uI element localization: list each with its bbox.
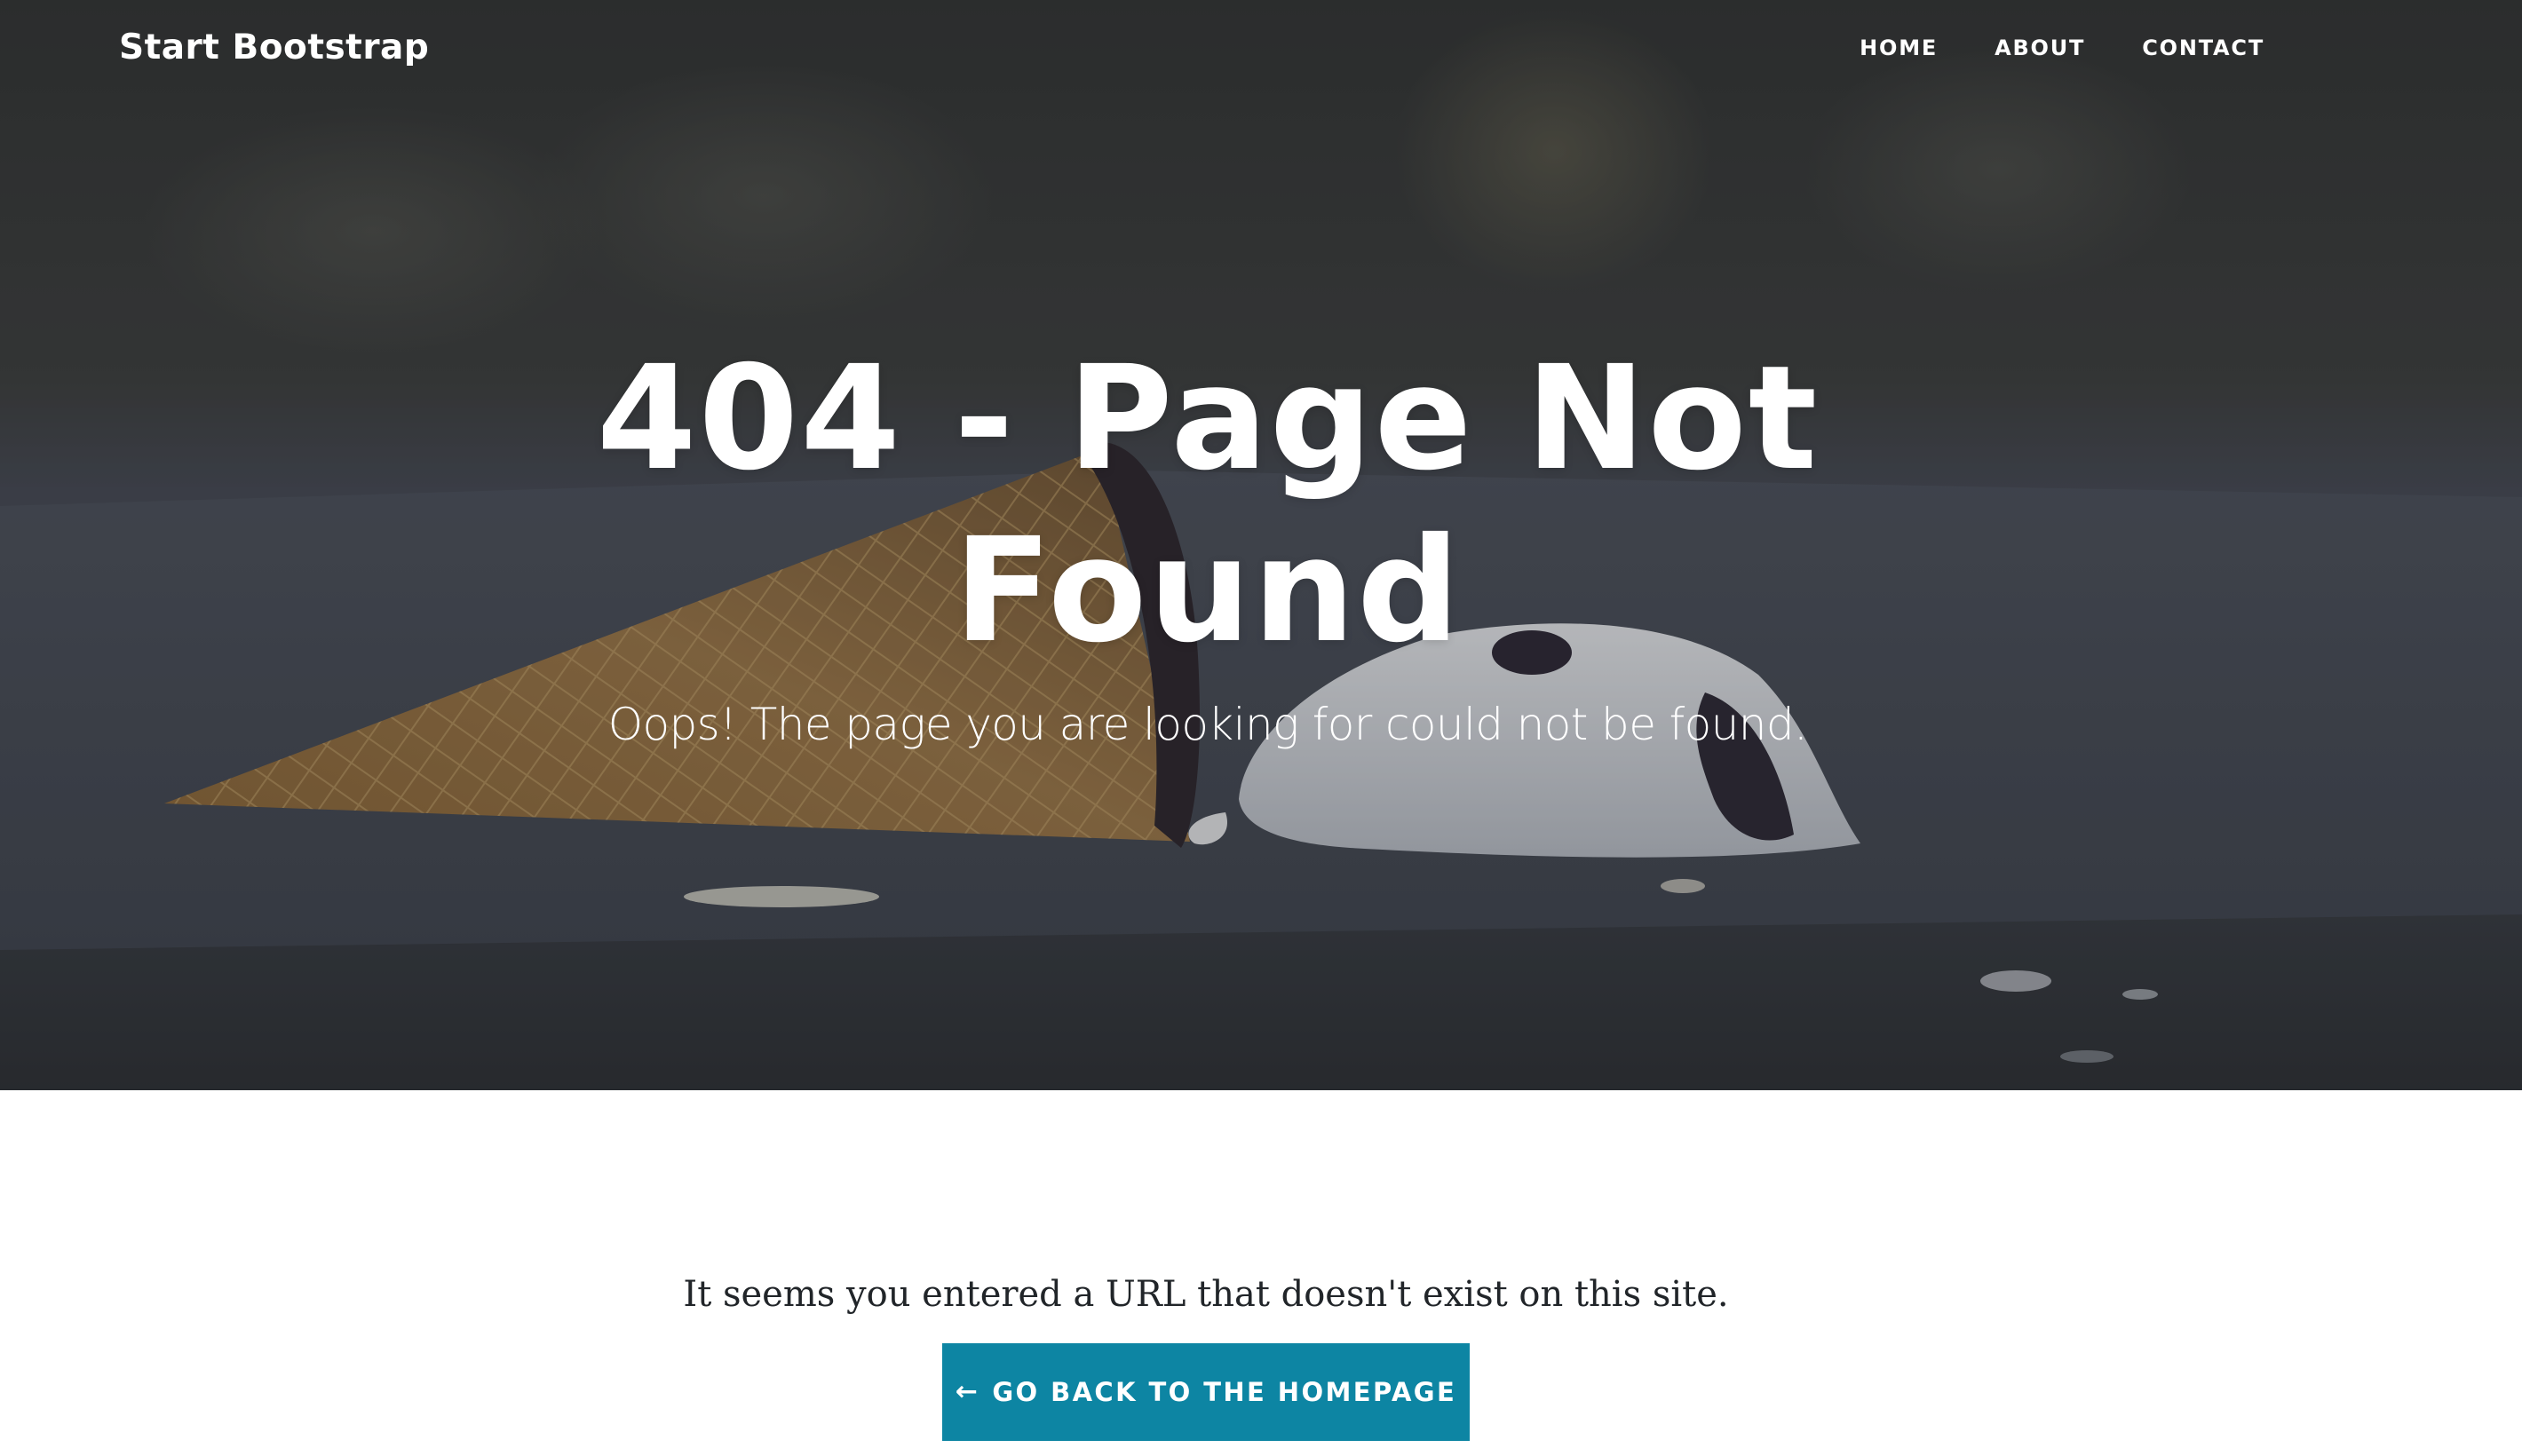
main-content: It seems you entered a URL that doesn't … bbox=[0, 1090, 2522, 1456]
page-title: 404 - Page Not Found bbox=[596, 336, 1820, 675]
nav-link-about[interactable]: ABOUT bbox=[1995, 32, 2085, 64]
back-to-homepage-button[interactable]: ← GO BACK TO THE HOMEPAGE bbox=[942, 1343, 1470, 1441]
page: Start Bootstrap HOME ABOUT CONTACT 404 -… bbox=[0, 0, 2522, 1456]
page-subtitle: Oops! The page you are looking for could… bbox=[607, 699, 1808, 750]
back-to-homepage-label: GO BACK TO THE HOMEPAGE bbox=[992, 1377, 1457, 1407]
page-heading: 404 - Page Not Found Oops! The page you … bbox=[533, 333, 1883, 756]
arrow-left-icon: ← bbox=[955, 1376, 980, 1407]
brand-link[interactable]: Start Bootstrap bbox=[119, 23, 429, 73]
nav-link-home[interactable]: HOME bbox=[1860, 32, 1938, 64]
nav-link-contact[interactable]: CONTACT bbox=[2142, 32, 2264, 64]
nav-links: HOME ABOUT CONTACT bbox=[1860, 32, 2264, 64]
main-navbar: Start Bootstrap HOME ABOUT CONTACT bbox=[0, 0, 2522, 98]
error-message: It seems you entered a URL that doesn't … bbox=[683, 1274, 1729, 1315]
hero-header: Start Bootstrap HOME ABOUT CONTACT 404 -… bbox=[0, 0, 2522, 1090]
